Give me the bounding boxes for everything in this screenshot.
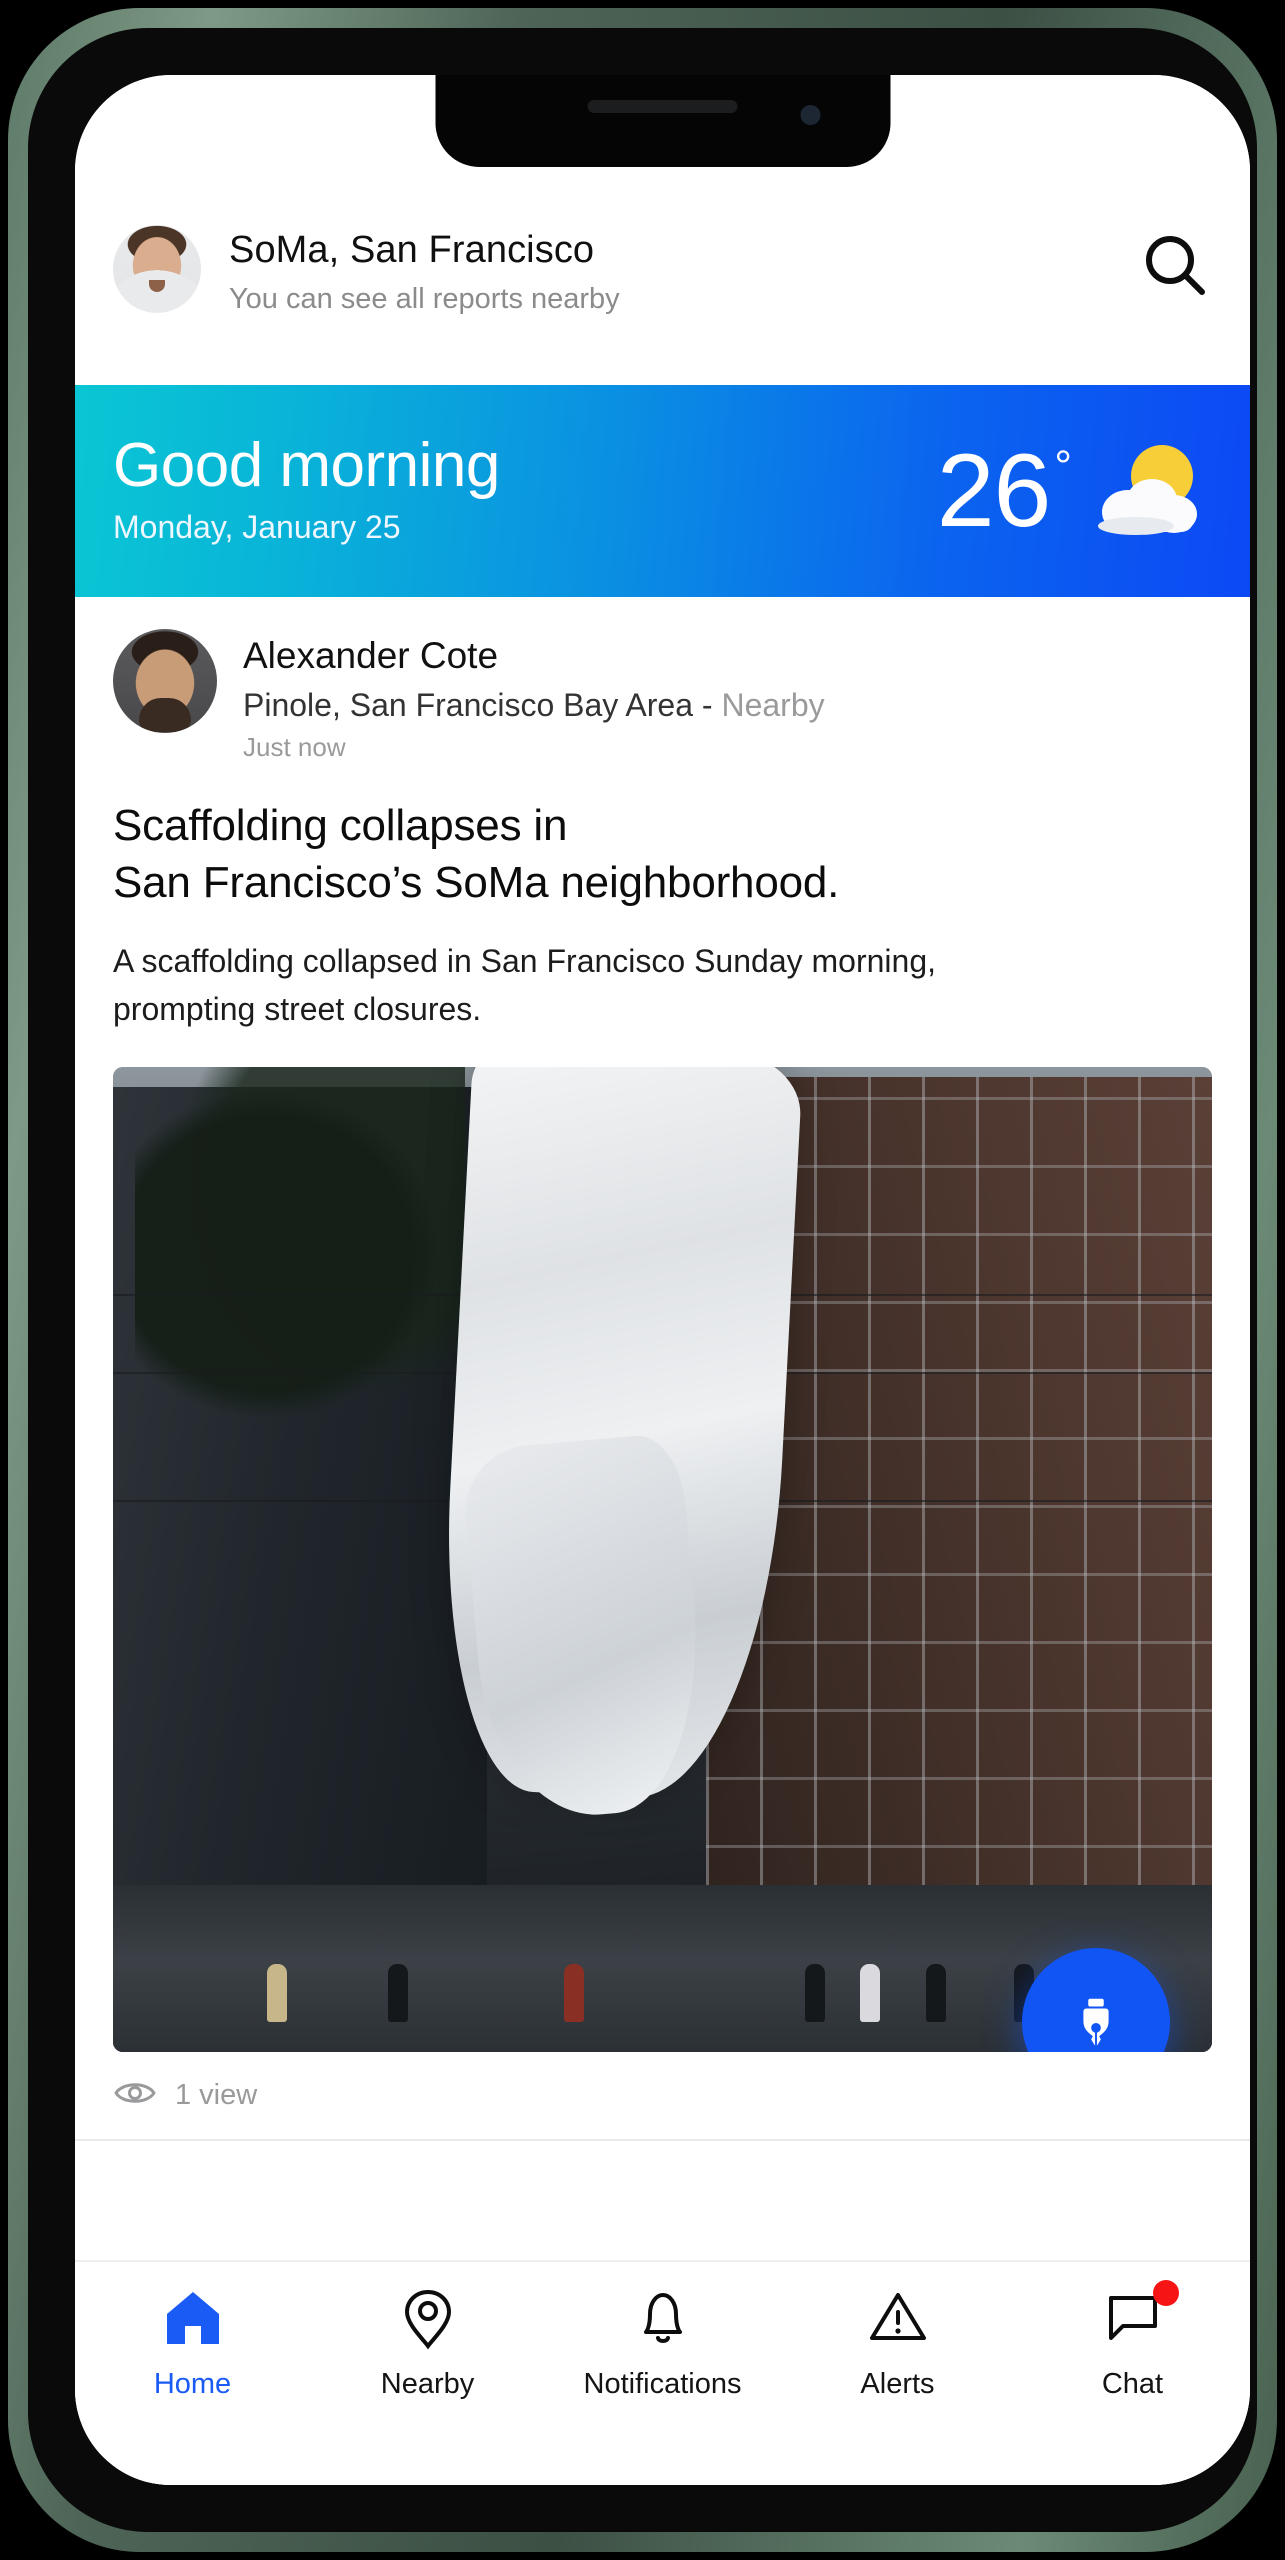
post-headline-line-1: Scaffolding collapses in [113, 801, 568, 850]
page-subtitle: You can see all reports nearby [229, 283, 620, 315]
post-photo[interactable] [113, 1067, 1212, 2052]
post-body-line-2: prompting street closures. [113, 991, 482, 1027]
nav-item-home[interactable]: Home [75, 2286, 310, 2401]
bell-icon [631, 2286, 695, 2350]
phone-body: SoMa, San Francisco You can see all repo… [28, 28, 1257, 2532]
post-timestamp: Just now [243, 732, 346, 762]
avatar[interactable] [113, 225, 201, 313]
nav-item-nearby[interactable]: Nearby [310, 2286, 545, 2401]
post-proximity-badge: Nearby [721, 687, 825, 723]
phone-screen: SoMa, San Francisco You can see all repo… [75, 75, 1250, 2485]
chat-unread-badge [1152, 2280, 1179, 2306]
post-headline: Scaffolding collapses in San Francisco’s… [75, 763, 1250, 911]
greeting-text: Good morning [113, 431, 500, 500]
bottom-navigation: Home Nearby Notifications Alerts Chat [75, 2260, 1250, 2485]
post-meta: Alexander Cote Pinole, San Francisco Bay… [243, 629, 1212, 763]
photo-person [926, 1964, 947, 2023]
sun-behind-cloud-icon [1088, 436, 1208, 546]
post-location: Pinole, San Francisco Bay Area - Nearby [243, 685, 1212, 725]
photo-tree [134, 1067, 465, 1442]
photo-person [387, 1964, 408, 2023]
phone-frame: SoMa, San Francisco You can see all repo… [8, 8, 1277, 2552]
post-author-name: Alexander Cote [243, 635, 499, 676]
temperature-value: 26 [936, 433, 1052, 549]
temperature-display: 26 ° [936, 433, 1072, 549]
map-pin-icon [396, 2286, 460, 2350]
feed-divider [75, 2139, 1250, 2141]
home-icon [161, 2286, 225, 2350]
photo-person [805, 1964, 826, 2023]
search-icon[interactable] [1138, 229, 1212, 303]
nav-label-nearby: Nearby [380, 2368, 475, 2400]
weather-banner[interactable]: Good morning Monday, January 25 26 ° [75, 385, 1250, 597]
degree-symbol: ° [1054, 442, 1072, 491]
nav-label-home: Home [153, 2368, 232, 2400]
phone-notch [435, 75, 890, 167]
nav-label-chat: Chat [1101, 2368, 1164, 2400]
post-body: A scaffolding collapsed in San Francisco… [75, 911, 1250, 1033]
front-camera-icon [800, 105, 820, 125]
nav-label-alerts: Alerts [860, 2368, 935, 2400]
eye-icon [113, 2078, 157, 2113]
nav-item-chat[interactable]: Chat [1015, 2280, 1250, 2401]
photo-person [266, 1964, 287, 2023]
photo-person [563, 1964, 584, 2023]
header-text-block: SoMa, San Francisco You can see all repo… [229, 225, 1138, 317]
nav-item-alerts[interactable]: Alerts [780, 2286, 1015, 2401]
earpiece-speaker [587, 100, 738, 113]
post-stats: 1 view [75, 2052, 1250, 2113]
weather-block: 26 ° [937, 436, 1216, 546]
nav-label-notifications: Notifications [583, 2368, 742, 2400]
post-body-line-1: A scaffolding collapsed in San Francisco… [113, 943, 936, 979]
greeting-date: Monday, January 25 [113, 509, 401, 545]
chat-bubble-icon [1101, 2280, 1179, 2350]
nav-item-notifications[interactable]: Notifications [545, 2286, 780, 2401]
post-headline-line-2: San Francisco’s SoMa neighborhood. [113, 858, 840, 907]
warning-triangle-icon [866, 2286, 930, 2350]
greeting-block: Good morning Monday, January 25 [113, 429, 937, 553]
page-title: SoMa, San Francisco [229, 229, 595, 271]
post-header: Alexander Cote Pinole, San Francisco Bay… [75, 597, 1250, 763]
feed: Alexander Cote Pinole, San Francisco Bay… [75, 597, 1250, 2485]
post-author-avatar[interactable] [113, 629, 217, 733]
post-location-text: Pinole, San Francisco Bay Area - [243, 687, 722, 723]
photo-person [860, 1964, 881, 2023]
view-count: 1 view [175, 2079, 258, 2111]
